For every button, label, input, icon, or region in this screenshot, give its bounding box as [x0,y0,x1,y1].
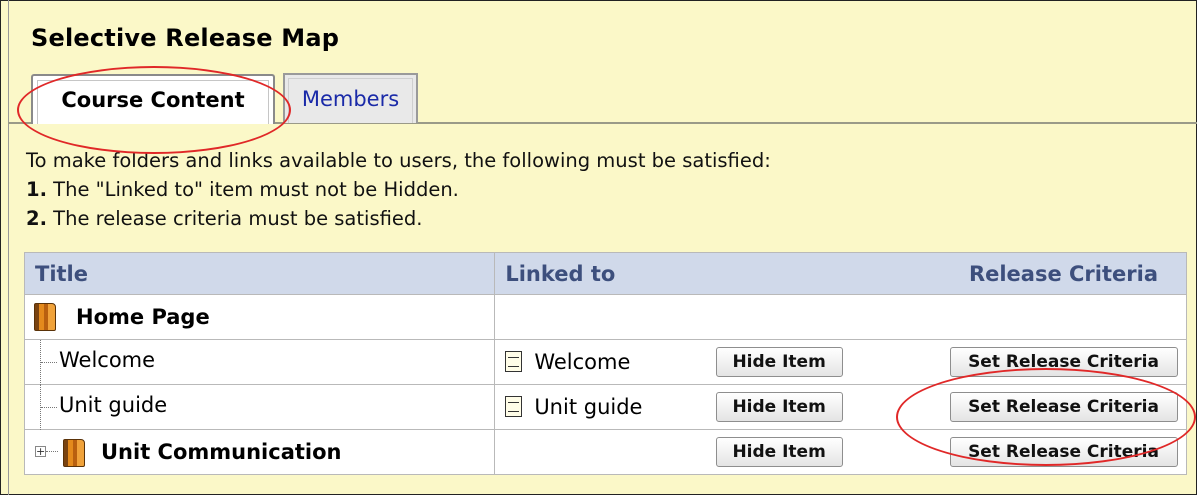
set-release-criteria-button[interactable]: Set Release Criteria [949,392,1178,422]
rule-2-number: 2. [26,207,47,230]
row-unit-communication-title: + Unit Communication [23,429,496,475]
header-title: Title [23,252,496,295]
set-release-criteria-button[interactable]: Set Release Criteria [949,437,1178,467]
hide-item-button[interactable]: Hide Item [715,347,843,377]
row-unit-guide-release: Set Release Criteria [906,384,1187,430]
hide-item-button[interactable]: Hide Item [715,437,843,467]
tree-line [41,362,57,363]
tree-line [41,407,57,408]
row-title[interactable]: Welcome [59,348,155,372]
header-release-criteria: Release Criteria [906,252,1187,295]
document-icon [505,351,523,372]
row-title[interactable]: Unit Communication [101,440,342,464]
instructions-intro: To make folders and links available to u… [26,149,771,172]
tab-members-label: Members [301,87,400,111]
set-release-criteria-button[interactable]: Set Release Criteria [949,347,1178,377]
rule-1-number: 1. [26,178,47,201]
row-title[interactable]: Home Page [76,305,210,329]
tab-members[interactable]: Members [283,73,418,123]
folder-book-icon [34,303,56,331]
row-welcome-hide: Hide Item [690,339,907,385]
tab-course-content[interactable]: Course Content [31,74,275,124]
document-icon [505,396,523,417]
expand-icon[interactable]: + [35,446,46,457]
linked-item-label[interactable]: Welcome [534,350,630,374]
row-welcome-release: Set Release Criteria [906,339,1187,385]
table-header-row: Title Linked to Release Criteria [23,252,1187,295]
table-row: Home Page [23,294,1187,340]
row-welcome-linked: Welcome [494,339,691,385]
table-row: + Unit Communication Hide Item Set Relea… [23,429,1187,475]
row-home-page-empty [494,294,1187,340]
page-title: Selective Release Map [31,24,340,52]
hide-item-button[interactable]: Hide Item [715,392,843,422]
header-linked-to: Linked to [494,252,907,295]
row-unit-communication-linked [494,429,691,475]
table-row: Welcome Welcome Hide Item Set Release Cr… [23,339,1187,385]
row-title[interactable]: Unit guide [59,393,167,417]
folder-book-icon [63,439,85,467]
row-welcome-title: Welcome [23,339,496,385]
instructions-rule-1: 1. The "Linked to" item must not be Hidd… [26,175,771,204]
row-unit-guide-linked: Unit guide [494,384,691,430]
row-home-page-title: Home Page [23,294,496,340]
linked-item-label[interactable]: Unit guide [534,395,642,419]
rule-2-text: The release criteria must be satisfied. [46,207,423,230]
tree-line [46,451,58,452]
table-row: Unit guide Unit guide Hide Item Set Rele… [23,384,1187,430]
row-unit-communication-hide: Hide Item [690,429,907,475]
instructions: To make folders and links available to u… [26,146,771,233]
row-unit-guide-hide: Hide Item [690,384,907,430]
row-unit-guide-title: Unit guide [23,384,496,430]
row-unit-communication-release: Set Release Criteria [906,429,1187,475]
rule-1-text: The "Linked to" item must not be Hidden. [46,178,459,201]
left-border [8,0,9,495]
release-map-table: Title Linked to Release Criteria Home Pa… [23,252,1187,475]
instructions-rule-2: 2. The release criteria must be satisfie… [26,204,771,233]
tab-course-content-label: Course Content [61,88,245,112]
